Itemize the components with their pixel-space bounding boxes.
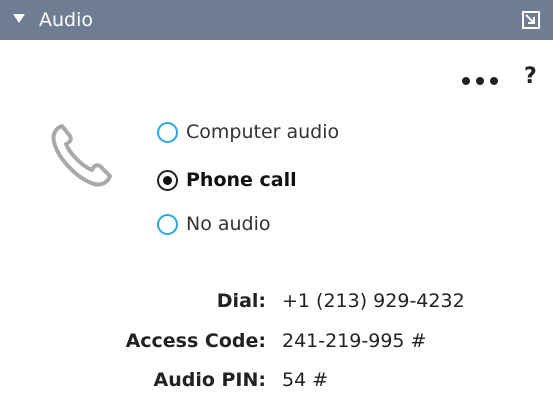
audio-pin-value: 54 # xyxy=(282,369,329,391)
radio-no-audio[interactable]: No audio xyxy=(157,208,271,240)
more-dots-icon xyxy=(476,77,484,85)
caret-down-icon[interactable] xyxy=(13,14,25,23)
access-code-label: Access Code: xyxy=(125,330,266,352)
audio-pin-row: Audio PIN: 54 # xyxy=(0,366,553,394)
radio-button-checked[interactable] xyxy=(157,169,178,191)
panel-title: Audio xyxy=(39,9,94,31)
radio-computer-audio[interactable]: Computer audio xyxy=(157,116,339,148)
more-dots-icon xyxy=(462,77,470,85)
panel-titlebar[interactable]: Audio xyxy=(0,0,553,40)
dial-value: +1 (213) 929-4232 xyxy=(282,290,465,312)
radio-label: Computer audio xyxy=(186,121,340,143)
radio-label: No audio xyxy=(186,213,271,235)
popout-icon[interactable] xyxy=(521,10,541,30)
dial-label: Dial: xyxy=(216,290,266,312)
radio-label: Phone call xyxy=(186,169,297,191)
access-code-value: 241-219-995 # xyxy=(282,330,427,352)
audio-panel: Audio ? Computer audio Phone call No aud… xyxy=(0,0,553,417)
help-button[interactable]: ? xyxy=(524,64,537,90)
phone-icon xyxy=(51,124,112,187)
audio-pin-label: Audio PIN: xyxy=(153,369,266,391)
access-code-row: Access Code: 241-219-995 # xyxy=(0,327,553,355)
radio-button[interactable] xyxy=(157,213,178,235)
dial-row: Dial: +1 (213) 929-4232 xyxy=(0,287,553,315)
more-options-button[interactable] xyxy=(462,72,502,88)
more-dots-icon xyxy=(490,77,498,85)
radio-button[interactable] xyxy=(157,121,178,143)
radio-phone-call[interactable]: Phone call xyxy=(157,164,297,196)
